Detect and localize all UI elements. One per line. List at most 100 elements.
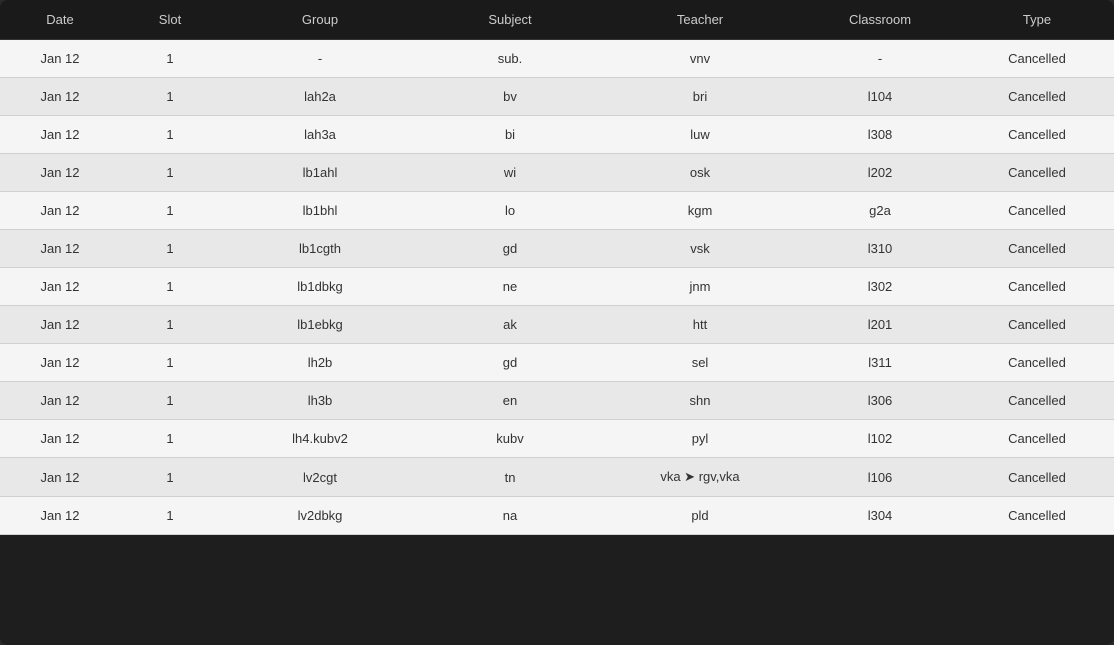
- table-row: Jan 121lv2cgttnvka ➤ rgv,vkal106Cancelle…: [0, 458, 1114, 497]
- cell-teacher: pyl: [600, 420, 800, 458]
- cell-subject: sub.: [420, 40, 600, 78]
- cell-type: Cancelled: [960, 154, 1114, 192]
- cell-slot: 1: [120, 344, 220, 382]
- cell-type: Cancelled: [960, 420, 1114, 458]
- table-row: Jan 121lv2dbkgnapldl304Cancelled: [0, 497, 1114, 535]
- cell-classroom: l311: [800, 344, 960, 382]
- cell-date: Jan 12: [0, 78, 120, 116]
- cell-slot: 1: [120, 78, 220, 116]
- cell-type: Cancelled: [960, 458, 1114, 497]
- header-type: Type: [960, 0, 1114, 40]
- schedule-table: Date Slot Group Subject Teacher Classroo…: [0, 0, 1114, 535]
- cell-group: -: [220, 40, 420, 78]
- cell-date: Jan 12: [0, 382, 120, 420]
- cell-slot: 1: [120, 154, 220, 192]
- cell-group: lb1ahl: [220, 154, 420, 192]
- cell-slot: 1: [120, 230, 220, 268]
- table-row: Jan 121lh3benshnl306Cancelled: [0, 382, 1114, 420]
- cell-subject: tn: [420, 458, 600, 497]
- cell-group: lb1cgth: [220, 230, 420, 268]
- cell-subject: lo: [420, 192, 600, 230]
- cell-slot: 1: [120, 306, 220, 344]
- header-group: Group: [220, 0, 420, 40]
- cell-date: Jan 12: [0, 268, 120, 306]
- cell-group: lv2dbkg: [220, 497, 420, 535]
- table-header-row: Date Slot Group Subject Teacher Classroo…: [0, 0, 1114, 40]
- header-slot: Slot: [120, 0, 220, 40]
- header-teacher: Teacher: [600, 0, 800, 40]
- cell-classroom: l306: [800, 382, 960, 420]
- cell-type: Cancelled: [960, 497, 1114, 535]
- cell-group: lb1bhl: [220, 192, 420, 230]
- cell-classroom: g2a: [800, 192, 960, 230]
- cell-teacher: jnm: [600, 268, 800, 306]
- cell-slot: 1: [120, 382, 220, 420]
- cell-group: lv2cgt: [220, 458, 420, 497]
- table-row: Jan 121lb1bhllokgmg2aCancelled: [0, 192, 1114, 230]
- cell-teacher: pld: [600, 497, 800, 535]
- table-row: Jan 121lah3abiluwl308Cancelled: [0, 116, 1114, 154]
- cell-classroom: l202: [800, 154, 960, 192]
- cell-slot: 1: [120, 268, 220, 306]
- cell-date: Jan 12: [0, 154, 120, 192]
- cell-slot: 1: [120, 420, 220, 458]
- table-row: Jan 121lb1cgthgdvskl310Cancelled: [0, 230, 1114, 268]
- cell-slot: 1: [120, 40, 220, 78]
- cell-subject: kubv: [420, 420, 600, 458]
- cell-classroom: l104: [800, 78, 960, 116]
- cell-teacher: htt: [600, 306, 800, 344]
- cell-classroom: l106: [800, 458, 960, 497]
- cell-group: lb1dbkg: [220, 268, 420, 306]
- cell-date: Jan 12: [0, 497, 120, 535]
- cell-teacher: kgm: [600, 192, 800, 230]
- cell-type: Cancelled: [960, 230, 1114, 268]
- cell-type: Cancelled: [960, 268, 1114, 306]
- table-row: Jan 121lb1ahlwioskl202Cancelled: [0, 154, 1114, 192]
- cell-group: lh4.kubv2: [220, 420, 420, 458]
- cell-date: Jan 12: [0, 306, 120, 344]
- cell-slot: 1: [120, 116, 220, 154]
- table-row: Jan 121lh4.kubv2kubvpyll102Cancelled: [0, 420, 1114, 458]
- cell-classroom: -: [800, 40, 960, 78]
- table-container: Date Slot Group Subject Teacher Classroo…: [0, 0, 1114, 645]
- cell-classroom: l310: [800, 230, 960, 268]
- cell-type: Cancelled: [960, 382, 1114, 420]
- header-subject: Subject: [420, 0, 600, 40]
- cell-subject: gd: [420, 230, 600, 268]
- cell-teacher: shn: [600, 382, 800, 420]
- cell-classroom: l304: [800, 497, 960, 535]
- cell-date: Jan 12: [0, 420, 120, 458]
- cell-subject: ne: [420, 268, 600, 306]
- cell-classroom: l102: [800, 420, 960, 458]
- cell-date: Jan 12: [0, 40, 120, 78]
- cell-date: Jan 12: [0, 344, 120, 382]
- cell-teacher: osk: [600, 154, 800, 192]
- cell-date: Jan 12: [0, 230, 120, 268]
- cell-subject: bi: [420, 116, 600, 154]
- table-row: Jan 121lh2bgdsell311Cancelled: [0, 344, 1114, 382]
- table-row: Jan 121lah2abvbril104Cancelled: [0, 78, 1114, 116]
- cell-group: lah3a: [220, 116, 420, 154]
- cell-subject: ak: [420, 306, 600, 344]
- cell-slot: 1: [120, 497, 220, 535]
- table-row: Jan 121lb1dbkgnejnml302Cancelled: [0, 268, 1114, 306]
- cell-subject: gd: [420, 344, 600, 382]
- cell-classroom: l201: [800, 306, 960, 344]
- cell-group: lh2b: [220, 344, 420, 382]
- cell-date: Jan 12: [0, 116, 120, 154]
- cell-teacher: sel: [600, 344, 800, 382]
- cell-type: Cancelled: [960, 344, 1114, 382]
- cell-type: Cancelled: [960, 306, 1114, 344]
- cell-group: lb1ebkg: [220, 306, 420, 344]
- cell-slot: 1: [120, 458, 220, 497]
- header-classroom: Classroom: [800, 0, 960, 40]
- cell-teacher: bri: [600, 78, 800, 116]
- cell-teacher: vsk: [600, 230, 800, 268]
- cell-type: Cancelled: [960, 40, 1114, 78]
- cell-date: Jan 12: [0, 458, 120, 497]
- cell-subject: wi: [420, 154, 600, 192]
- cell-type: Cancelled: [960, 192, 1114, 230]
- cell-subject: en: [420, 382, 600, 420]
- cell-subject: na: [420, 497, 600, 535]
- cell-subject: bv: [420, 78, 600, 116]
